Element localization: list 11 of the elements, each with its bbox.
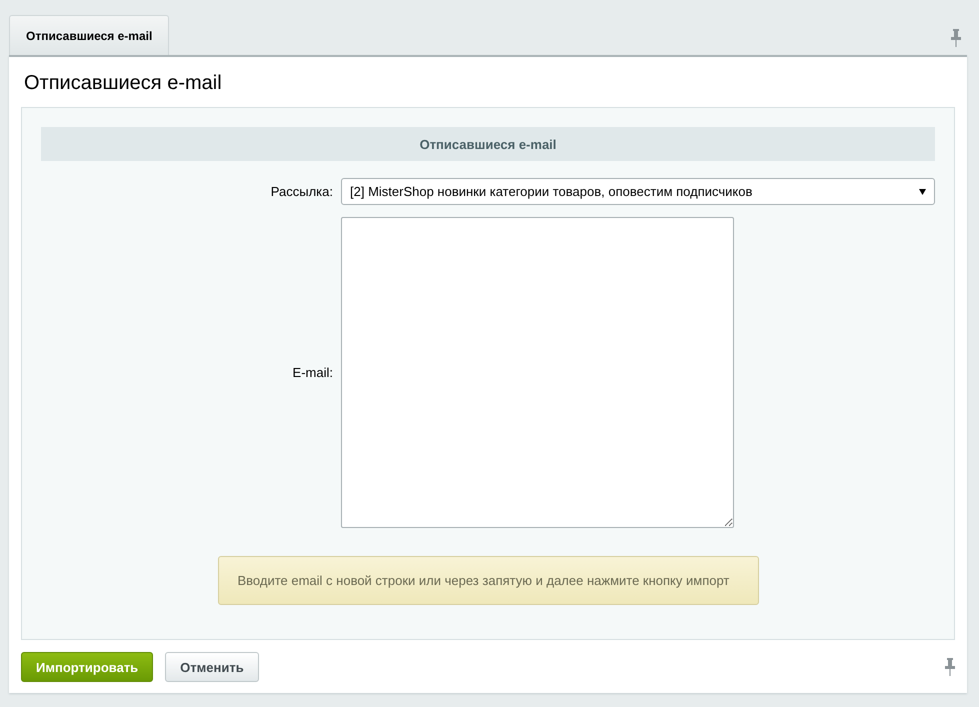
field-label: E-mail: — [292, 365, 333, 380]
page-title: Отписавшиеся e-mail — [23, 71, 223, 96]
caret-icon — [919, 188, 926, 194]
cancel-button[interactable]: Отменить — [165, 652, 259, 682]
hint-note: Вводите email с новой строки или через запятую и далее нажмите кнопку импорт — [218, 556, 758, 605]
section-header: Отписавшиеся e-mail — [41, 127, 935, 161]
field-label: Рассылка: — [270, 184, 333, 199]
mailing-select[interactable]: [2] MisterShop новинки категории товаров, оповестим подписчиков — [341, 178, 935, 205]
tab[interactable]: Отписавшиеся e-mail — [9, 15, 170, 55]
pin-icon[interactable] — [945, 658, 955, 676]
pin-icon[interactable] — [951, 29, 961, 47]
